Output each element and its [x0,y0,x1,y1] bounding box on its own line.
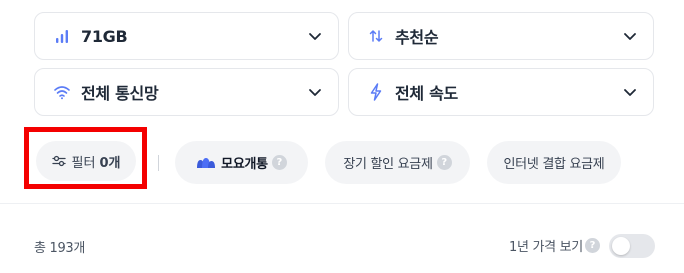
filter-count: 0개 [99,155,121,171]
network-label: 전체 통신망 [81,84,159,103]
data-amount-label: 71GB [81,26,128,46]
help-icon[interactable]: ? [436,155,452,170]
long-term-chip-label: 장기 할인 요금제 [343,157,433,172]
chevron-down-icon [308,29,322,43]
long-term-discount-chip[interactable]: 장기 할인 요금제 ? [325,141,470,184]
sort-arrows-icon [367,27,385,45]
sort-select[interactable]: 추천순 [348,12,654,60]
chevron-down-icon [623,85,637,99]
divider [158,155,159,171]
speed-select[interactable]: 전체 속도 [348,68,654,116]
sort-label: 추천순 [395,28,439,47]
toggle-knob [612,237,630,255]
sliders-icon [51,154,66,168]
chevron-down-icon [308,85,322,99]
data-amount-select[interactable]: 71GB [34,12,339,60]
help-icon[interactable]: ? [271,155,287,170]
moyo-opening-chip[interactable]: 모요개통 ? [175,141,308,184]
total-count: 총 193개 [34,241,86,256]
internet-bundle-chip[interactable]: 인터넷 결합 요금제 [487,141,621,184]
year-price-label: 1년 가격 보기 [509,240,583,255]
chevron-down-icon [623,29,637,43]
internet-chip-label: 인터넷 결합 요금제 [503,157,605,172]
section-divider [0,203,684,204]
lightning-icon [367,83,385,101]
wifi-icon [53,83,71,101]
speed-label: 전체 속도 [395,84,458,103]
year-price-view: 1년 가격 보기 ? [509,236,600,255]
help-icon[interactable]: ? [584,238,600,253]
year-price-toggle[interactable] [609,234,655,258]
filter-button[interactable]: 필터 0개 [36,141,136,181]
moyo-chip-label: 모요개통 [221,157,268,172]
network-select[interactable]: 전체 통신망 [34,68,339,116]
moyo-logo-icon [196,157,216,169]
signal-bars-icon [53,27,71,45]
filter-label: 필터 [71,155,96,171]
